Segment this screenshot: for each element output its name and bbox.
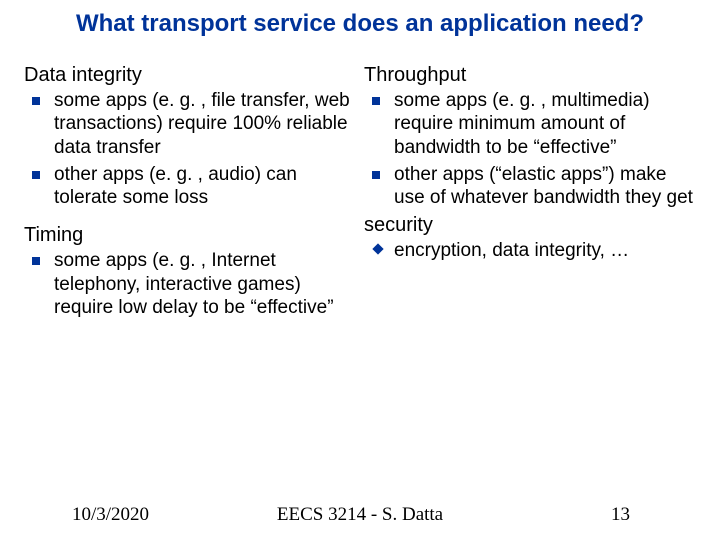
bullet-list: some apps (e. g. , file transfer, web tr… <box>24 89 352 209</box>
list-item: other apps (e. g. , audio) can tolerate … <box>54 163 352 209</box>
slide-body: Data integrity some apps (e. g. , file t… <box>0 39 720 323</box>
section-heading-throughput: Throughput <box>364 63 696 87</box>
slide-title: What transport service does an applicati… <box>0 0 720 39</box>
list-item: some apps (e. g. , multimedia) require m… <box>394 89 696 159</box>
left-column: Data integrity some apps (e. g. , file t… <box>24 63 360 323</box>
bullet-list: some apps (e. g. , Internet telephony, i… <box>24 249 352 319</box>
list-item: some apps (e. g. , file transfer, web tr… <box>54 89 352 159</box>
right-column: Throughput some apps (e. g. , multimedia… <box>360 63 696 323</box>
list-item: encryption, data integrity, … <box>394 239 696 262</box>
bullet-list: some apps (e. g. , multimedia) require m… <box>364 89 696 209</box>
bullet-list: encryption, data integrity, … <box>364 239 696 262</box>
section-heading-data-integrity: Data integrity <box>24 63 352 87</box>
section-heading-timing: Timing <box>24 223 352 247</box>
footer-page-number: 13 <box>611 504 630 526</box>
section-heading-security: security <box>364 213 696 237</box>
list-item: other apps (“elastic apps”) make use of … <box>394 163 696 209</box>
list-item: some apps (e. g. , Internet telephony, i… <box>54 249 352 319</box>
